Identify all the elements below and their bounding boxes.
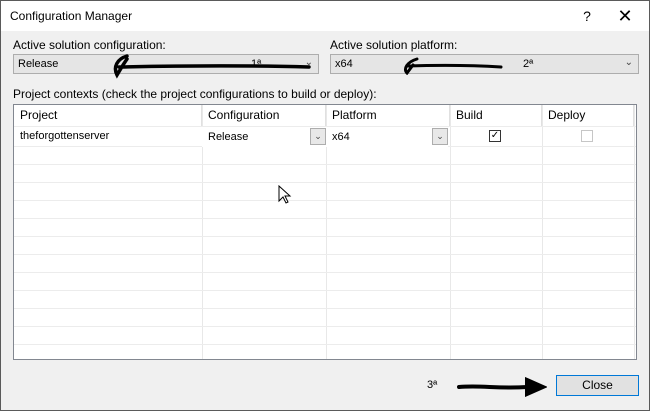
checkmark-icon: ✓ [490,130,500,141]
row-configuration-dropdown[interactable]: Release ⌄ [202,127,326,147]
grid-row-line [14,164,636,165]
grid-row-line [14,236,636,237]
active-configuration-value: Release [18,58,59,70]
close-button[interactable]: Close [556,375,639,396]
grid-divider [634,105,635,359]
grid-divider [542,105,543,359]
annotation-3: 3ª [427,379,438,391]
active-configuration-label: Active solution configuration: [13,38,166,52]
row-platform-value: x64 [332,131,350,143]
grid-row-line [14,200,636,201]
grid-row-line [14,182,636,183]
active-platform-label: Active solution platform: [330,38,458,52]
active-platform-value: x64 [335,58,353,70]
mouse-cursor-icon [278,185,292,204]
grid-row-line [14,308,636,309]
column-header-deploy: Deploy [542,105,634,126]
chevron-down-icon: ⌄ [624,57,633,68]
grid-row-line [14,290,636,291]
grid-row-line [14,272,636,273]
handwritten-arrow-mark [457,377,547,397]
row-platform-dropdown[interactable]: x64 ⌄ [326,127,448,147]
annotation-2: 2ª [523,58,534,70]
title-bar: Configuration Manager ? ✕ [1,1,649,31]
column-header-platform: Platform [326,105,450,126]
configuration-manager-dialog: Configuration Manager ? ✕ Active solutio… [0,0,650,411]
grid-divider [450,105,451,359]
window-close-button[interactable]: ✕ [607,1,643,31]
column-header-build: Build [450,105,542,126]
row-deploy-checkbox[interactable] [581,130,593,142]
grid-row-line [14,344,636,345]
project-contexts-label: Project contexts (check the project conf… [13,87,377,101]
grid-row-line [14,218,636,219]
window-title: Configuration Manager [10,9,133,23]
handwritten-arrow-mark [113,54,311,79]
column-header-configuration: Configuration [202,105,326,126]
grid-row-line [14,254,636,255]
handwritten-arrow-mark [403,57,503,75]
row-project-name: theforgottenserver [20,130,110,142]
chevron-down-icon: ⌄ [310,128,326,145]
project-contexts-grid: Project Configuration Platform Build Dep… [13,104,637,360]
help-button[interactable]: ? [569,1,605,31]
row-configuration-value: Release [208,131,249,143]
column-header-project: Project [14,105,202,126]
chevron-down-icon: ⌄ [432,128,448,145]
grid-row-line [14,326,636,327]
row-build-checkbox[interactable]: ✓ [489,130,501,142]
